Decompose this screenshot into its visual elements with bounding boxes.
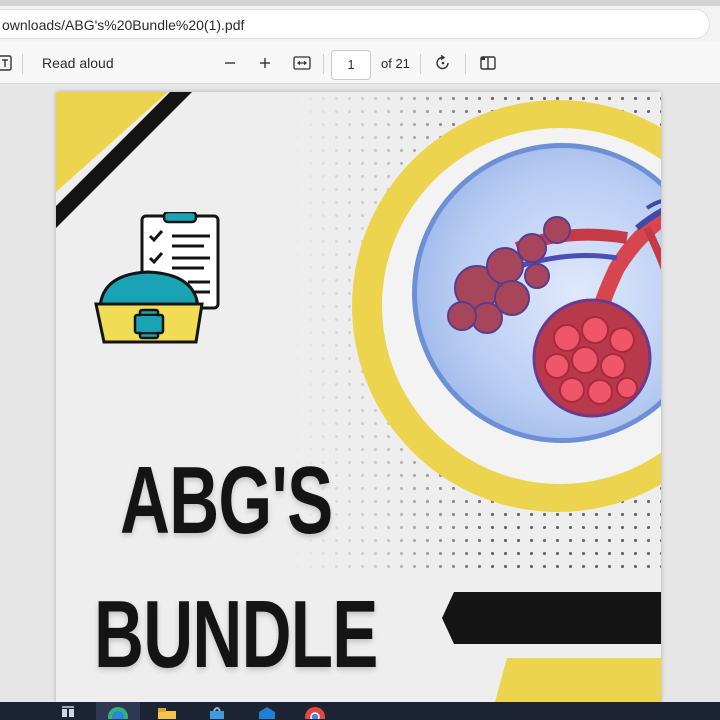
black-banner (442, 592, 661, 644)
read-aloud-button[interactable]: Read aloud (42, 54, 114, 72)
toolbar-divider (22, 54, 23, 74)
table-of-contents-icon[interactable] (0, 54, 14, 72)
file-explorer-icon[interactable] (150, 702, 184, 720)
minus-icon (225, 62, 235, 64)
url-field[interactable]: ownloads/ABG's%20Bundle%20(1).pdf (0, 9, 710, 39)
alveoli-illustration (412, 143, 661, 443)
two-page-view-icon (480, 56, 496, 70)
page-count-label: of 21 (381, 55, 410, 71)
toolbar-divider (323, 54, 324, 74)
edge-icon[interactable] (96, 702, 140, 720)
pdf-toolbar: Read aloud 1 of 21 (0, 42, 720, 84)
pdf-page: ABG'S BUNDLE (56, 92, 661, 702)
store-icon[interactable] (200, 702, 234, 720)
fit-width-icon (293, 56, 311, 70)
url-text: ownloads/ABG's%20Bundle%20(1).pdf (2, 17, 245, 33)
read-aloud-label: Read aloud (42, 55, 114, 71)
mail-icon[interactable] (250, 702, 284, 720)
address-bar: ownloads/ABG's%20Bundle%20(1).pdf (0, 6, 720, 42)
toolbar-divider (420, 54, 421, 74)
rotate-button[interactable] (433, 53, 453, 73)
zoom-in-button[interactable] (257, 54, 273, 72)
document-title-line1: ABG'S (120, 447, 333, 554)
task-view-icon[interactable] (58, 702, 78, 720)
taskbar (0, 702, 720, 720)
fit-to-page-button[interactable] (292, 54, 312, 72)
bottom-yellow-shape (495, 658, 661, 702)
page-view-button[interactable] (478, 53, 498, 73)
zoom-out-button[interactable] (222, 54, 238, 72)
plus-icon (260, 58, 270, 68)
page-count: of 21 (381, 54, 410, 72)
rotate-icon (436, 54, 449, 70)
toolbar-divider (465, 54, 466, 74)
nurse-clipboard-icon (94, 212, 220, 344)
page-number-input[interactable]: 1 (331, 50, 371, 80)
document-title-line2: BUNDLE (94, 581, 378, 688)
chrome-icon[interactable] (298, 702, 332, 720)
